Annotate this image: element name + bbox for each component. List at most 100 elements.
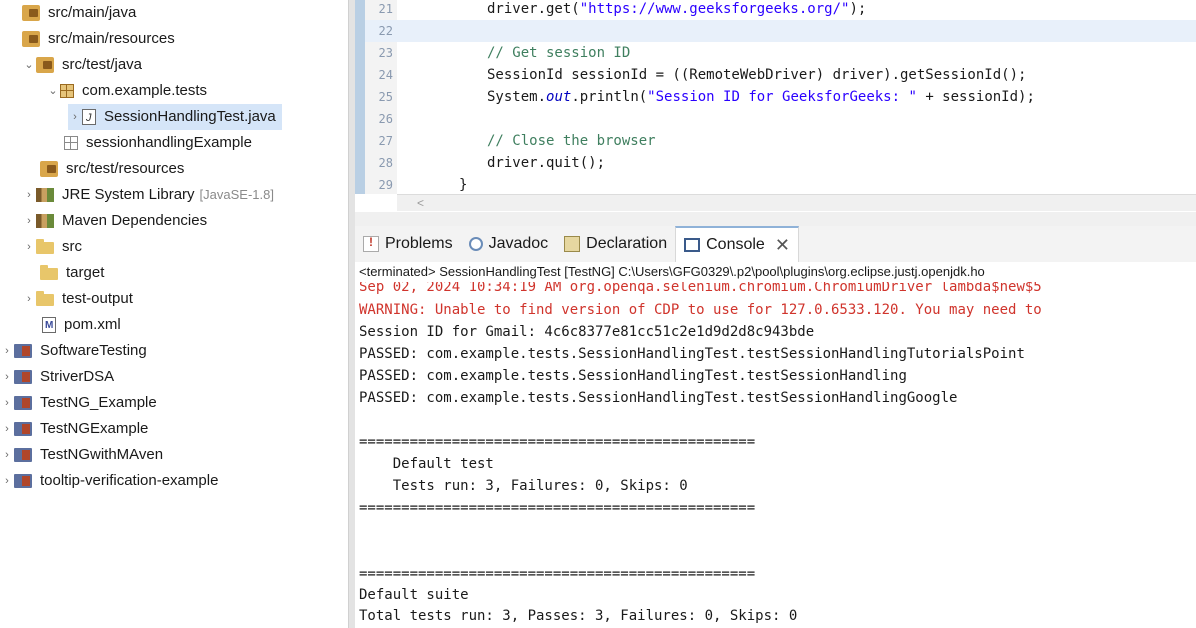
console-line: Tests run: 3, Failures: 0, Skips: 0 (359, 478, 688, 494)
tree-item-maven-dependencies[interactable]: › Maven Dependencies (22, 208, 207, 234)
library-icon (36, 214, 54, 228)
views-sash[interactable] (355, 212, 1196, 226)
tree-item-label: target (66, 264, 105, 281)
project-icon (14, 422, 32, 436)
folder-icon (40, 265, 58, 280)
tab-label: Javadoc (488, 235, 549, 252)
library-icon (36, 188, 54, 202)
package-icon (60, 84, 74, 98)
editor-horizontal-scrollbar[interactable]: < (397, 194, 1196, 211)
close-icon[interactable]: ✕ (775, 235, 790, 256)
tree-item-test-output[interactable]: › test-output (22, 286, 133, 312)
chevron-right-icon[interactable]: › (22, 286, 36, 312)
chevron-right-icon[interactable]: › (0, 442, 14, 468)
tab-javadoc[interactable]: Javadoc (461, 226, 557, 262)
line-number: 23 (378, 46, 393, 60)
tree-item-pom-xml[interactable]: pom.xml (42, 312, 121, 339)
console-line: ========================================… (359, 434, 756, 450)
console-icon (684, 238, 701, 252)
console-line: PASSED: com.example.tests.SessionHandlin… (359, 368, 907, 384)
chevron-right-icon[interactable]: › (68, 104, 82, 130)
tree-item-sessionhandlingtest-java[interactable]: › SessionHandlingTest.java (68, 104, 282, 131)
console-line: WARNING: Unable to find version of CDP t… (359, 302, 1042, 318)
string-literal: "https://www.geeksforgeeks.org/" (579, 1, 850, 17)
line-number: 21 (378, 2, 393, 16)
tree-item-label: src (62, 238, 82, 255)
tree-item-src-main-java[interactable]: src/main/java (22, 0, 136, 26)
xml-file-icon (42, 313, 56, 339)
code-line-21[interactable]: 21 driver.get("https://www.geeksforgeeks.… (365, 0, 1196, 20)
scroll-left-arrow-icon[interactable]: < (417, 195, 424, 211)
chevron-right-icon[interactable]: › (0, 390, 14, 416)
chevron-right-icon[interactable]: › (0, 416, 14, 442)
tree-item-tooltip-verification-example[interactable]: › tooltip-verification-example (0, 468, 218, 494)
tree-item-striverdsa[interactable]: › StriverDSA (0, 364, 114, 390)
tree-item-softwaretesting[interactable]: › SoftwareTesting (0, 338, 147, 364)
tree-item-jre-system-library[interactable]: › JRE System Library [JavaSE-1.8] (22, 182, 274, 208)
console-line: Total tests run: 3, Passes: 3, Failures:… (359, 608, 798, 624)
code-line-29[interactable]: 29} (365, 174, 1196, 196)
chevron-right-icon[interactable]: › (22, 234, 36, 260)
code-text: SessionId sessionId = ((RemoteWebDriver)… (487, 67, 1027, 83)
code-line-22[interactable]: 22 (365, 20, 1196, 42)
chevron-down-icon[interactable]: ⌄ (22, 52, 36, 78)
code-line-27[interactable]: 27 // Close the browser (365, 130, 1196, 152)
line-number: 28 (378, 156, 393, 170)
tree-item-src-test-resources[interactable]: src/test/resources (40, 156, 184, 182)
line-number: 26 (378, 112, 393, 126)
code-line-23[interactable]: 23 // Get session ID (365, 42, 1196, 64)
chevron-right-icon[interactable]: › (0, 338, 14, 364)
code-line-24[interactable]: 24 SessionId sessionId = ((RemoteWebDrive… (365, 64, 1196, 86)
code-line-28[interactable]: 28 driver.quit(); (365, 152, 1196, 174)
project-icon (14, 344, 32, 358)
tab-console[interactable]: Console ✕ (675, 226, 799, 262)
problems-icon (363, 235, 379, 252)
overview-ruler (355, 0, 365, 194)
tree-item-label: com.example.tests (82, 82, 208, 99)
explorer-resize-handle[interactable] (348, 0, 355, 628)
console-process-label: <terminated> SessionHandlingTest [TestNG… (355, 262, 1196, 282)
tree-item-target[interactable]: target (40, 260, 104, 286)
javadoc-icon (468, 237, 483, 251)
line-number: 22 (378, 24, 393, 38)
code-editor[interactable]: 21 driver.get("https://www.geeksforgeeks.… (355, 0, 1196, 212)
tree-item-label: sessionhandlingExample (86, 134, 252, 151)
tree-item-src-main-resources[interactable]: src/main/resources (22, 26, 175, 52)
source-folder-icon (22, 31, 40, 47)
tree-item-testng-example[interactable]: › TestNG_Example (0, 390, 157, 416)
tree-item-src[interactable]: › src (22, 234, 82, 260)
chevron-right-icon[interactable]: › (0, 364, 14, 390)
tree-item-sessionhandlingexample[interactable]: sessionhandlingExample (64, 130, 252, 156)
tree-item-label: src/main/resources (48, 30, 175, 47)
tab-declaration[interactable]: Declaration (556, 226, 675, 262)
tree-item-label: TestNGwithMAven (40, 446, 164, 463)
static-field: out (546, 89, 572, 105)
console-output[interactable]: Sep 02, 2024 10:34:19 AM org.openqa.sele… (355, 282, 1196, 628)
chevron-down-icon[interactable]: ⌄ (46, 78, 60, 104)
code-text: driver.get( (487, 1, 580, 17)
chevron-right-icon[interactable]: › (22, 208, 36, 234)
code-text: ); (849, 1, 867, 17)
code-text: + sessionId); (916, 89, 1035, 105)
chevron-right-icon[interactable]: › (0, 468, 14, 494)
tree-item-com-example-tests[interactable]: ⌄ com.example.tests (46, 78, 207, 104)
tab-problems[interactable]: Problems (355, 226, 461, 262)
code-line-25[interactable]: 25 System.out.println("Session ID for Gee… (365, 86, 1196, 108)
comment: // Get session ID (487, 45, 631, 61)
tree-item-testngwithmaven[interactable]: › TestNGwithMAven (0, 442, 163, 468)
project-explorer: src/main/java src/main/resources ⌄ src/t… (0, 0, 348, 628)
project-icon (14, 448, 32, 462)
code-line-26[interactable]: 26 (365, 108, 1196, 130)
source-folder-icon (36, 57, 54, 73)
tree-item-src-test-java[interactable]: ⌄ src/test/java (22, 52, 142, 78)
tab-label: Console (706, 236, 765, 253)
tree-item-label: StriverDSA (40, 368, 115, 385)
project-icon (14, 370, 32, 384)
code-text: .println( (571, 89, 648, 105)
chevron-right-icon[interactable]: › (22, 182, 36, 208)
tree-item-label: SessionHandlingTest.java (104, 108, 276, 125)
tree-item-testngexample[interactable]: › TestNGExample (0, 416, 148, 442)
tree-item-label: Maven Dependencies (62, 212, 208, 229)
tree-item-label: test-output (62, 290, 133, 307)
console-line: PASSED: com.example.tests.SessionHandlin… (359, 390, 958, 406)
